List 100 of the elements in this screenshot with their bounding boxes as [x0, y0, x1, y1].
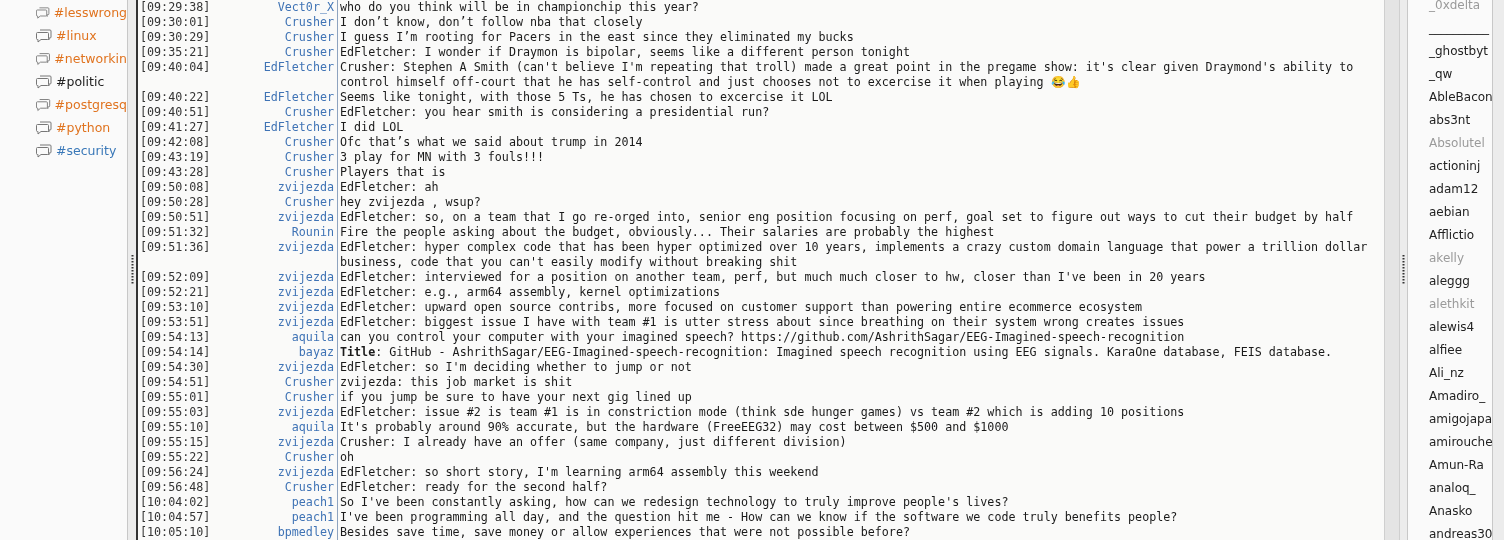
- channel-item[interactable]: #lesswrong: [0, 1, 127, 24]
- nickname[interactable]: bpmedley: [212, 525, 334, 540]
- nickname[interactable]: Crusher: [212, 375, 334, 390]
- user-item[interactable]: alfiee: [1408, 339, 1492, 362]
- channel-item[interactable]: #politic: [0, 70, 127, 93]
- channel-item[interactable]: #networkin: [0, 47, 127, 70]
- user-item[interactable]: alewis4: [1408, 316, 1492, 339]
- timestamp: [09:51:36]: [139, 240, 212, 256]
- timestamp: [09:43:28]: [139, 165, 212, 180]
- chat-bubbles-icon: [36, 120, 52, 135]
- user-item[interactable]: Amadiro_: [1408, 385, 1492, 408]
- nickname[interactable]: Crusher: [212, 150, 334, 165]
- channel-name: #postgresq: [54, 97, 127, 112]
- user-item[interactable]: AbleBacon: [1408, 86, 1492, 109]
- channel-name: #python: [56, 120, 111, 135]
- timestamp: [09:56:48]: [139, 480, 212, 495]
- channel-name: #security: [56, 143, 117, 158]
- user-item[interactable]: actioninj: [1408, 155, 1492, 178]
- user-item[interactable]: aleggg: [1408, 270, 1492, 293]
- user-item[interactable]: Ali_nz: [1408, 362, 1492, 385]
- channel-item[interactable]: #python: [0, 116, 127, 139]
- user-item[interactable]: andreas30: [1408, 523, 1492, 540]
- user-item[interactable]: aebian: [1408, 201, 1492, 224]
- nickname[interactable]: zvijezda: [212, 180, 334, 195]
- nickname[interactable]: zvijezda: [212, 240, 334, 270]
- timestamp: [09:51:32]: [139, 225, 212, 240]
- user-item[interactable]: _0xdelta: [1408, 0, 1492, 17]
- timestamp: [09:40:22]: [139, 90, 212, 105]
- channel-item[interactable]: #linux: [0, 24, 127, 47]
- chat-bubbles-icon: [36, 28, 52, 43]
- nickname[interactable]: EdFletcher: [212, 60, 334, 90]
- nickname[interactable]: zvijezda: [212, 360, 334, 375]
- timestamp: [09:54:14]: [139, 345, 212, 360]
- nickname[interactable]: Crusher: [212, 195, 334, 210]
- nickname[interactable]: peach1: [212, 510, 334, 525]
- timestamp: [09:30:01]: [139, 15, 212, 30]
- channel-item[interactable]: #security: [0, 139, 127, 162]
- nickname[interactable]: Crusher: [212, 105, 334, 120]
- scrollbar[interactable]: [1384, 0, 1400, 540]
- nickname[interactable]: peach1: [212, 495, 334, 510]
- nickname[interactable]: Crusher: [212, 450, 334, 465]
- nickname[interactable]: Crusher: [212, 135, 334, 150]
- nickname[interactable]: Crusher: [212, 165, 334, 180]
- user-item[interactable]: Anasko: [1408, 500, 1492, 523]
- user-item[interactable]: _qw: [1408, 63, 1492, 86]
- nickname[interactable]: bayaz: [212, 345, 334, 360]
- chat-bubbles-icon: [36, 74, 52, 89]
- chat-bubbles-icon: [36, 143, 52, 158]
- timestamp: [09:55:03]: [139, 405, 212, 420]
- user-item[interactable]: amirouche: [1408, 431, 1492, 454]
- nickname[interactable]: Crusher: [212, 480, 334, 495]
- nickname[interactable]: zvijezda: [212, 435, 334, 450]
- nickname[interactable]: zvijezda: [212, 405, 334, 420]
- nickname[interactable]: Crusher: [212, 390, 334, 405]
- nickname[interactable]: Rounin: [212, 225, 334, 240]
- nickname[interactable]: Crusher: [212, 30, 334, 45]
- timestamp: [09:55:22]: [139, 450, 212, 465]
- channel-item[interactable]: #postgresq: [0, 93, 127, 116]
- timestamp: [09:55:01]: [139, 390, 212, 405]
- user-item[interactable]: analoq_: [1408, 477, 1492, 500]
- timestamp: [09:52:09]: [139, 270, 212, 285]
- user-item[interactable]: Absolutel: [1408, 132, 1492, 155]
- user-item[interactable]: akelly: [1408, 247, 1492, 270]
- user-item[interactable]: adam12: [1408, 178, 1492, 201]
- chat-bubbles-icon: [36, 5, 50, 20]
- nickname[interactable]: aquila: [212, 420, 334, 435]
- user-item[interactable]: Amun-Ra: [1408, 454, 1492, 477]
- timestamp: [09:43:19]: [139, 150, 212, 165]
- user-item[interactable]: Afflictio: [1408, 224, 1492, 247]
- user-item[interactable]: abs3nt: [1408, 109, 1492, 132]
- timestamp: [10:04:02]: [139, 495, 212, 510]
- splitter-handle-icon[interactable]: [130, 255, 134, 285]
- nickname[interactable]: zvijezda: [212, 210, 334, 225]
- nickname[interactable]: Crusher: [212, 45, 334, 60]
- timestamp: [09:56:24]: [139, 465, 212, 480]
- nickname[interactable]: Crusher: [212, 15, 334, 30]
- nickname[interactable]: zvijezda: [212, 285, 334, 300]
- nickname[interactable]: zvijezda: [212, 315, 334, 330]
- nickname[interactable]: aquila: [212, 330, 334, 345]
- timestamp: [09:55:10]: [139, 420, 212, 435]
- splitter-handle-icon[interactable]: [1402, 255, 1405, 285]
- timestamp: [09:50:08]: [139, 180, 212, 195]
- user-item[interactable]: amigojapa: [1408, 408, 1492, 431]
- channel-name: #linux: [56, 28, 97, 43]
- channel-name: #networkin: [54, 51, 127, 66]
- nickname[interactable]: zvijezda: [212, 270, 334, 285]
- timestamp: [09:53:51]: [139, 315, 212, 330]
- nickname[interactable]: EdFletcher: [212, 120, 334, 135]
- timestamp: [09:55:15]: [139, 435, 212, 450]
- user-item[interactable]: alethkit: [1408, 293, 1492, 316]
- timestamp: [09:54:30]: [139, 360, 212, 375]
- chat-bubbles-icon: [36, 97, 51, 112]
- nickname[interactable]: zvijezda: [212, 465, 334, 480]
- timestamp: [09:50:51]: [139, 210, 212, 225]
- nickname[interactable]: EdFletcher: [212, 90, 334, 105]
- user-item[interactable]: _ghostbyt: [1408, 40, 1492, 63]
- nickname[interactable]: Vect0r_X: [212, 0, 334, 15]
- user-item[interactable]: __________: [1408, 17, 1492, 40]
- nickname[interactable]: zvijezda: [212, 300, 334, 315]
- timestamp: [09:52:21]: [139, 285, 212, 300]
